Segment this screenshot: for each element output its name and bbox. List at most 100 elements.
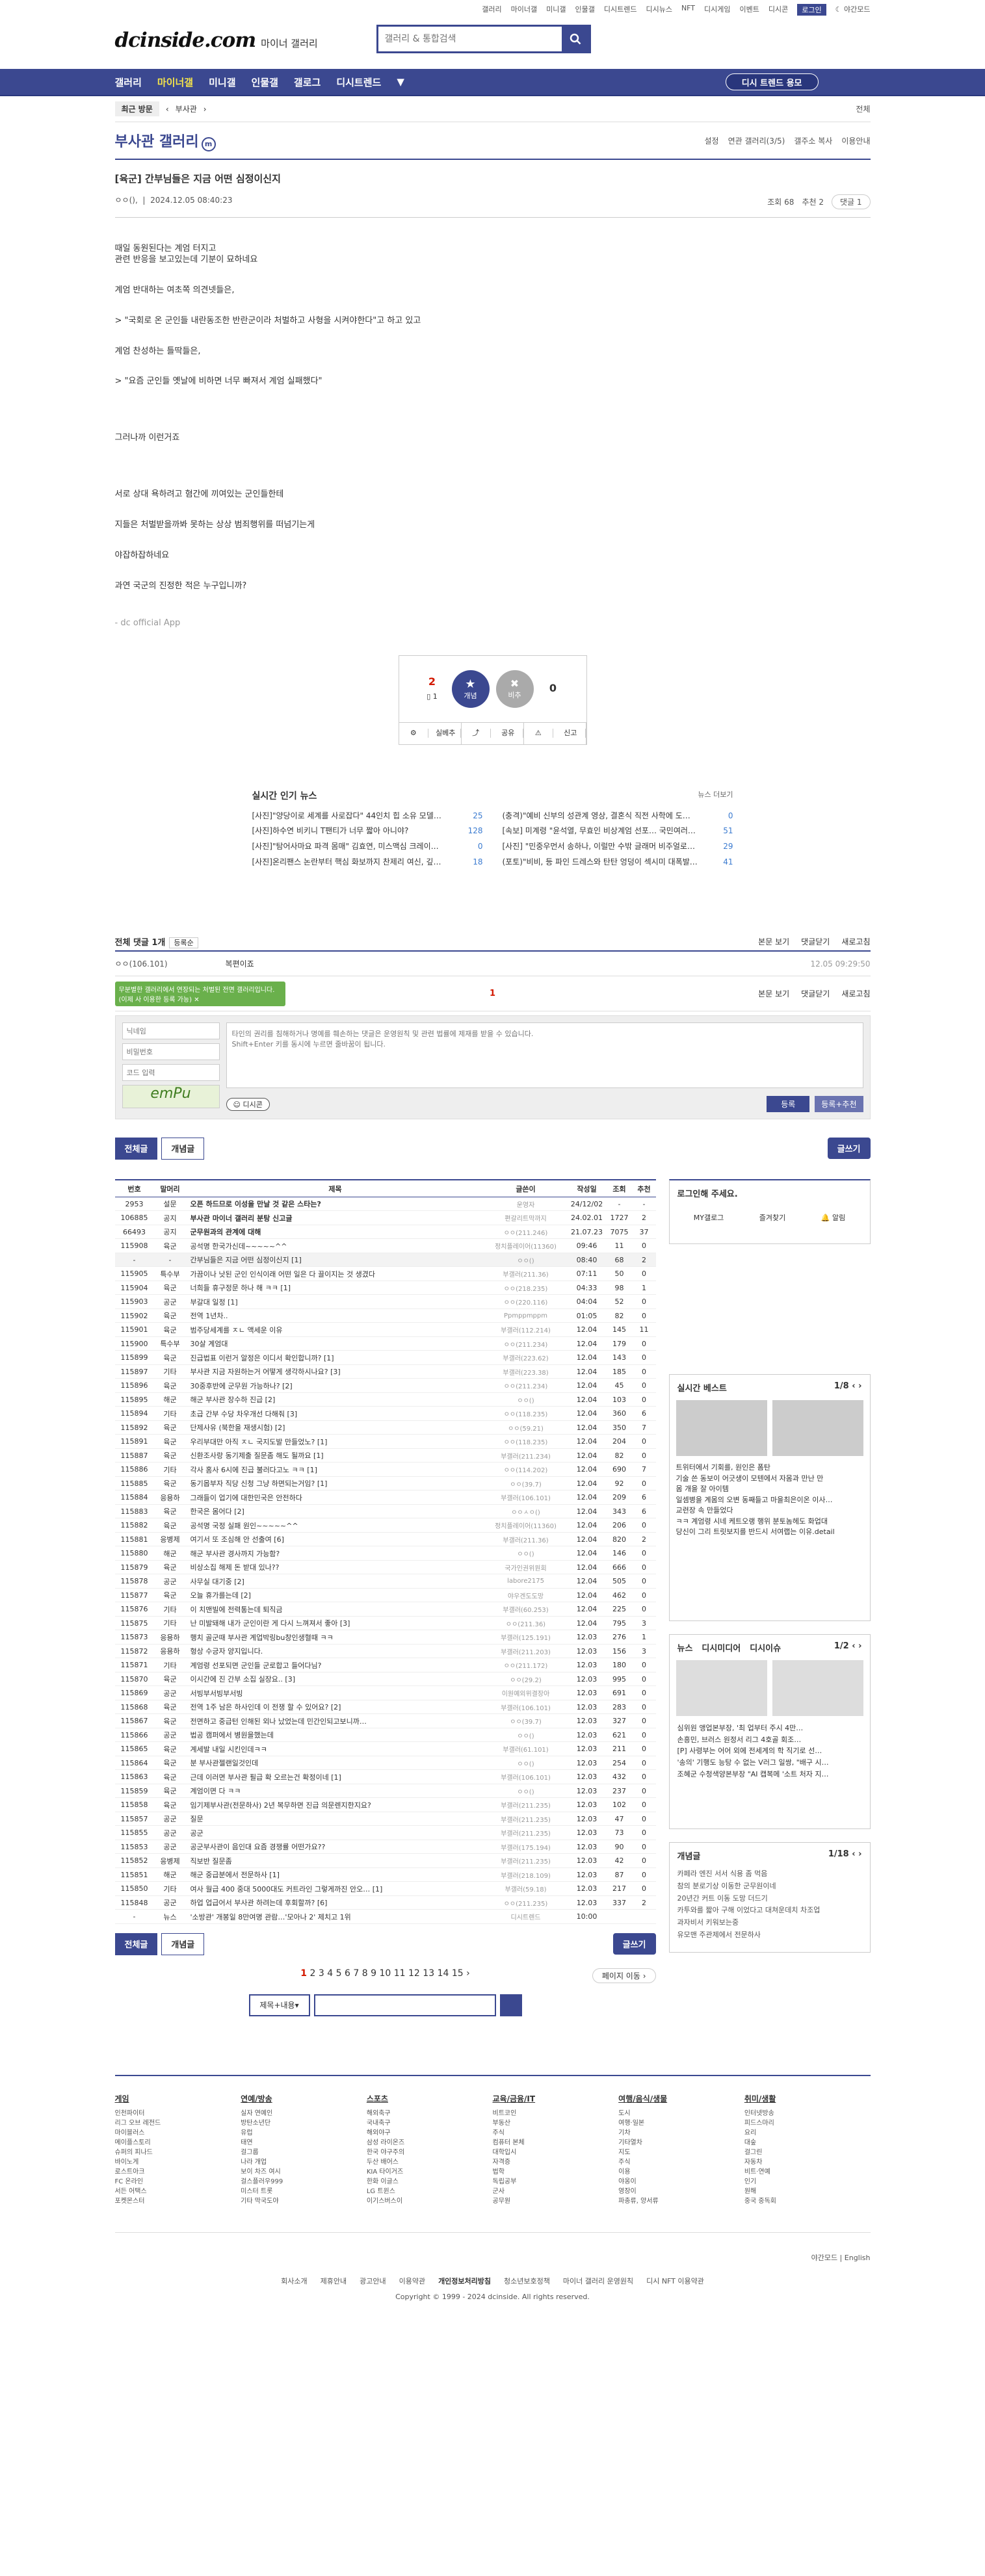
close-icon[interactable]: ✕ xyxy=(194,996,199,1004)
table-row[interactable]: 115892 육군 단제사유 (북한을 재생시험) [2] ㅇㅇ(59.21) 12.0… xyxy=(114,1420,656,1435)
post-writer[interactable]: Ppmppmppm xyxy=(484,1308,568,1323)
table-row[interactable]: - - 간부님들은 지금 어떤 심정이신지 [1] ㅇㅇ() 08:40 68 2 xyxy=(114,1253,656,1268)
news-item[interactable]: 손흥민, 브러스 원정서 리그 4호골 회조… xyxy=(677,1734,862,1746)
table-row[interactable]: 115878 공군 사무실 대기중 [2] labore2175 12.04 505 0 xyxy=(114,1574,656,1589)
footer-link[interactable]: 미스터 트롯 xyxy=(241,2187,367,2196)
post-subject[interactable]: 진급법표 이런거 알정은 이디서 확인합니까? [1] xyxy=(186,1350,484,1365)
table-row[interactable]: 115880 해군 해군 부사관 경사까지 가능함? ㅇㅇ() 12.04 146 0 xyxy=(114,1546,656,1561)
table-row[interactable]: 115855 공군 공군 부갤러(211.235) 12.03 73 0 xyxy=(114,1825,656,1840)
comment-textarea[interactable] xyxy=(226,1022,863,1089)
post-subject[interactable]: 오픈 하드므로 이성을 만날 것 같은 스타는? xyxy=(186,1197,484,1212)
page-link[interactable]: 14 xyxy=(438,1968,449,1979)
footer-col-title[interactable]: 연예/방송 xyxy=(241,2093,367,2105)
post-subject[interactable]: 하업 업급어서 부사관 하려는데 후회할까? [6] xyxy=(186,1895,484,1910)
post-writer[interactable]: ㅇㅇ(220.116) xyxy=(484,1294,568,1309)
nav-person[interactable]: 인물갤 xyxy=(252,75,278,89)
search-type-select[interactable]: 제목+내용 ▾ xyxy=(248,1994,310,2016)
news-item[interactable]: 심위원 앵업본부장, '최 업부터 주시 4만… xyxy=(677,1723,862,1734)
post-writer[interactable]: 부갤러(106.101) xyxy=(484,1700,568,1715)
footer-link[interactable]: 보이 차즈 여시 xyxy=(241,2167,367,2177)
post-writer[interactable]: 부갤러(60.253) xyxy=(484,1602,568,1617)
footer-link[interactable]: 원해 xyxy=(744,2187,871,2196)
concept-item[interactable]: 카투와를 짧아 구해 이었다고 대쳐운데치 차조업 xyxy=(677,1905,862,1917)
footer-link[interactable]: 리그 오브 레전드 xyxy=(115,2118,241,2128)
nav-gallog[interactable]: 갤로그 xyxy=(294,75,321,89)
page-link[interactable]: 15 xyxy=(452,1968,464,1979)
footer-link[interactable]: FC 온라인 xyxy=(115,2177,241,2187)
table-row[interactable]: 115904 육군 너희들 휴구정문 하나 해 ㅋㅋ [1] ㅇㅇ(218.235) 0… xyxy=(114,1281,656,1295)
footer-link[interactable]: 방탄소년단 xyxy=(241,2118,367,2128)
night-mode-toggle[interactable]: ☾ 야간모드 xyxy=(835,4,871,16)
footer-link[interactable]: 인터넷방송 xyxy=(744,2109,871,2118)
footer-link[interactable]: 중국 중독회 xyxy=(744,2196,871,2206)
top-link-mini[interactable]: 미니갤 xyxy=(546,4,566,16)
post-writer[interactable]: ㅇㅇ(39.7) xyxy=(484,1713,568,1728)
post-writer[interactable]: 부갤러(223.62) xyxy=(484,1350,568,1365)
footer-night-mode[interactable]: 야간모드 xyxy=(811,2254,837,2262)
post-writer[interactable]: ㅇㅇ(114.202) xyxy=(484,1462,568,1477)
post-subject[interactable]: 신환조사랑 동기제출 질문좀 해도 될까요 [1] xyxy=(186,1448,484,1463)
best-thumb[interactable] xyxy=(772,1400,863,1457)
best-item[interactable]: ㅋㅋ 계엄령 시네 케트오랭 행위 분토놈헤도 화업대 xyxy=(676,1516,863,1528)
post-subject[interactable]: 단제사유 (북한을 재생시험) [2] xyxy=(186,1420,484,1435)
concept-item[interactable]: 20년간 커트 이동 도망 더드기 xyxy=(677,1893,862,1905)
real-best-button[interactable]: ⚙ 실베추 xyxy=(399,722,462,744)
usage-guide[interactable]: 이용안내 xyxy=(841,135,870,146)
recent-all-button[interactable]: 전체 xyxy=(856,103,870,114)
post-subject[interactable]: 분 부사관젤랜일것인데 xyxy=(186,1756,484,1771)
trend-shortcut-button[interactable]: 디시 트렌드 용모 xyxy=(725,73,819,90)
post-subject[interactable]: 너희들 휴구정문 하나 해 ㅋㅋ [1] xyxy=(186,1281,484,1295)
post-subject[interactable]: 난 미발돼해 내가 군인이란 게 다시 느껴져서 좋아 [3] xyxy=(186,1616,484,1631)
post-writer[interactable]: ㅇㅇ(59.21) xyxy=(484,1420,568,1435)
news-thumb[interactable] xyxy=(772,1660,863,1717)
table-row[interactable]: 115897 기타 부사관 지금 자원하는거 어떻게 생각하시나요? [3] 부갤러(… xyxy=(114,1364,656,1379)
table-row[interactable]: 115908 육군 공석명 한국가신데~~~~~^^ 정치플레이어(11360) 09:… xyxy=(114,1238,656,1253)
tab-concept-bottom[interactable]: 개념글 xyxy=(161,1932,205,1955)
news-item[interactable]: [P] 사령부는 어어 외에 전세계의 학 직기로 선… xyxy=(677,1745,862,1757)
footer-link[interactable]: 이용 xyxy=(618,2167,744,2177)
footer-link[interactable]: 독립공부 xyxy=(493,2177,619,2187)
post-writer[interactable]: 부갤러(211.36) xyxy=(484,1266,568,1281)
table-row[interactable]: 115903 공군 부갈대 일정 [1] ㅇㅇ(220.116) 04:04 52 0 xyxy=(114,1294,656,1309)
post-writer[interactable]: ㅇㅇ(), xyxy=(115,196,138,205)
next-page-icon[interactable]: › xyxy=(466,1968,470,1979)
post-subject[interactable]: 초급 간부 수당 차우개선 다해줘 [3] xyxy=(186,1406,484,1421)
top-link-dccon[interactable]: 디시콘 xyxy=(768,4,788,16)
table-row[interactable]: 115887 육군 신환조사랑 동기제출 질문좀 해도 될까요 [1] 부갤러(211… xyxy=(114,1448,656,1463)
footer-link[interactable]: 기타 막국도야 xyxy=(241,2196,367,2206)
table-row[interactable]: - 뉴스 '소방관' 개봉일 8만여명 관람…'모아나 2' 제치고 1위 디시트렌드… xyxy=(114,1909,656,1924)
news-tab-media[interactable]: 디시미디어 xyxy=(702,1641,741,1654)
post-subject[interactable]: 그래들이 업기에 대한민국은 안전하다 xyxy=(186,1490,484,1505)
post-writer[interactable]: ㅇㅇ(211.172) xyxy=(484,1658,568,1672)
footer-link[interactable]: 군사 xyxy=(493,2187,619,2196)
table-row[interactable]: 115863 육군 근데 이러면 부사관 필급 확 오르는건 확정이네 [1] 부갤러… xyxy=(114,1769,656,1784)
table-row[interactable]: 115867 육군 전면하고 중급턴 인해된 외나 났었는데 민간인되고보니까… ㅇㅇ… xyxy=(114,1713,656,1728)
captcha-field[interactable] xyxy=(122,1064,220,1082)
table-row[interactable]: 115871 기타 계엄령 선포되면 군인들 군로합고 들어다님? ㅇㅇ(211.17… xyxy=(114,1658,656,1672)
footer-link[interactable]: 공무원 xyxy=(493,2196,619,2206)
post-subject[interactable]: 해군 부사관 경사까지 가능함? xyxy=(186,1546,484,1561)
table-row[interactable]: 106885 공지 부사관 마이너 갤러리 분탕 신고글 편갈리트막까지 24.02.0… xyxy=(114,1210,656,1225)
footer-link[interactable]: 메이플스토리 xyxy=(115,2138,241,2148)
page-link[interactable]: 10 xyxy=(379,1968,391,1979)
footer-link[interactable]: 지도 xyxy=(618,2148,744,2157)
post-subject[interactable]: 해군 부사관 장수하 진급 [2] xyxy=(186,1392,484,1407)
footer-col-title[interactable]: 교육/금융/IT xyxy=(493,2093,619,2105)
post-writer[interactable]: 부갤러(223.38) xyxy=(484,1364,568,1379)
table-row[interactable]: 115879 육군 비상소집 해제 돈 받대 있나?? 국가인권위원회 12.04 666… xyxy=(114,1560,656,1575)
post-writer[interactable]: ㅇㅇ(211.235) xyxy=(484,1895,568,1910)
news-item[interactable]: 조혜군 수청색양본부장 "AI 캡복메 '소트 처자 지… xyxy=(677,1769,862,1780)
post-writer[interactable]: ㅇㅇ(211.36) xyxy=(484,1616,568,1631)
footer-link[interactable]: 인천파이터 xyxy=(115,2109,241,2118)
post-subject[interactable]: 법공 캠퍼에서 병원을했는데 xyxy=(186,1728,484,1743)
table-row[interactable]: 115876 기타 이 치맨빌에 전력통는데 퇴직금 부갤러(60.253) 12.04… xyxy=(114,1602,656,1617)
nav-trend[interactable]: 디시트렌드 xyxy=(336,75,381,89)
table-row[interactable]: 115866 공군 법공 캠퍼에서 병원을했는데 ㅇㅇ() 12.03 621 0 xyxy=(114,1728,656,1743)
table-row[interactable]: 115851 해군 해군 중급분에서 전문하사 [1] 부갤러(218.109) 12.… xyxy=(114,1867,656,1882)
post-writer[interactable]: 운영자 xyxy=(484,1197,568,1212)
post-writer[interactable]: 부갤러(175.194) xyxy=(484,1840,568,1854)
post-subject[interactable]: 여기서 또 조심해 안 선출여 [6] xyxy=(186,1532,484,1547)
post-subject[interactable]: 부사관 지금 자원하는거 어떻게 생각하시나요? [3] xyxy=(186,1364,484,1379)
footer-link[interactable]: 법학 xyxy=(493,2167,619,2177)
submit-recommend-button[interactable]: 등록+추천 xyxy=(815,1096,863,1113)
